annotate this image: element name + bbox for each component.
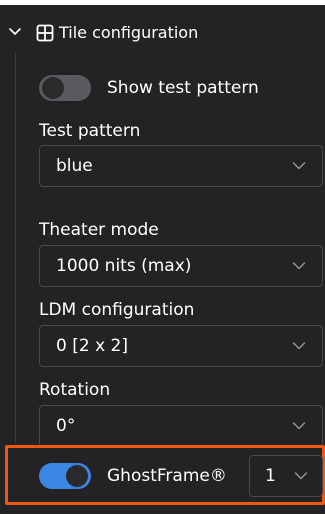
theater-mode-select[interactable]: 1000 nits (max) [39,245,323,287]
ghostframe-select[interactable]: 1 [249,455,323,497]
section-header[interactable]: Tile configuration [0,20,325,46]
section-title: Tile configuration [59,23,199,42]
ldm-configuration-value: 0 [2 x 2] [56,336,128,356]
toggle-knob [42,77,64,99]
theater-mode-label: Theater mode [39,220,159,240]
chevron-down-icon [292,262,306,270]
test-pattern-toggle-label: Show test pattern [107,78,259,98]
grid-icon [36,24,54,42]
rotation-select[interactable]: 0° [39,405,323,447]
test-pattern-value: blue [56,156,93,176]
chevron-down-icon [292,422,306,430]
test-pattern-select[interactable]: blue [39,145,323,187]
chevron-down-icon [292,342,306,350]
ghostframe-toggle[interactable] [39,463,91,489]
tree-guide-line [15,53,16,443]
tile-configuration-panel: Tile configuration Show test pattern Tes… [0,5,325,514]
rotation-value: 0° [56,416,76,436]
test-pattern-toggle[interactable] [39,75,91,101]
screenshot-frame: Tile configuration Show test pattern Tes… [0,0,325,514]
theater-mode-value: 1000 nits (max) [56,256,192,276]
ldm-configuration-label: LDM configuration [39,300,195,320]
toggle-knob [66,465,88,487]
ldm-configuration-select[interactable]: 0 [2 x 2] [39,325,323,367]
chevron-down-icon [294,472,308,480]
ghostframe-label: GhostFrame® [107,466,227,486]
chevron-down-icon[interactable] [8,25,22,39]
ghostframe-value: 1 [265,466,276,486]
rotation-label: Rotation [39,380,111,400]
chevron-down-icon [292,162,306,170]
test-pattern-label: Test pattern [39,121,141,141]
